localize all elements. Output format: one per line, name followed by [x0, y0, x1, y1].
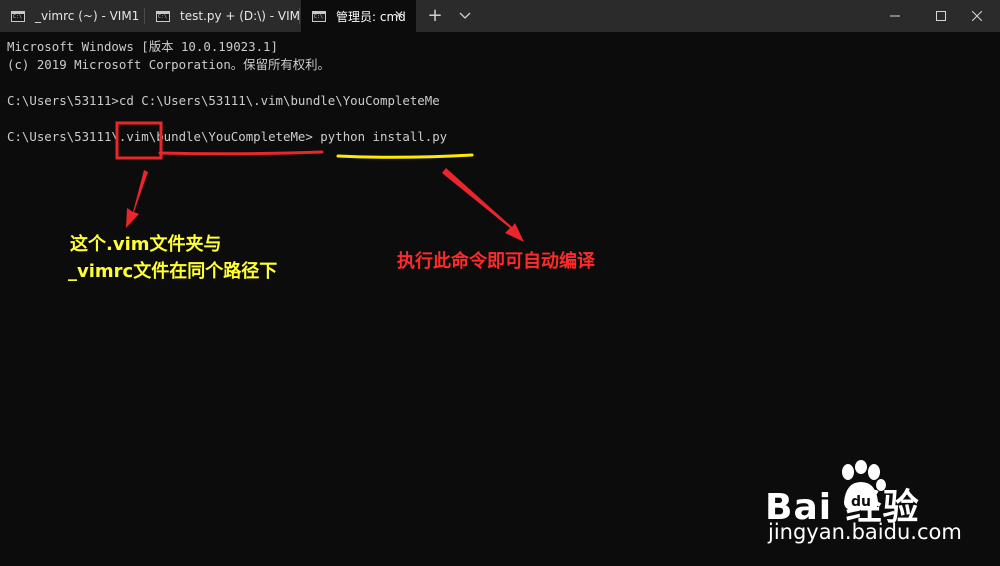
highlight-box — [115, 121, 163, 160]
watermark-url: jingyan.baidu.com — [768, 520, 962, 544]
yellow-underline — [336, 153, 474, 159]
note-left-line2: _vimrc文件在同个路径下 — [68, 261, 278, 282]
arrow-left — [126, 170, 148, 228]
svg-text:du: du — [851, 494, 871, 510]
note-right: 执行此命令即可自动编译 — [397, 251, 595, 272]
paw-icon: du — [842, 460, 886, 510]
arrow-right — [442, 168, 524, 242]
note-left-line1: 这个.vim文件夹与 — [70, 234, 222, 255]
watermark-logo: Bai 经验 du jingyan.baidu.com — [765, 458, 990, 548]
red-underline — [158, 150, 324, 156]
